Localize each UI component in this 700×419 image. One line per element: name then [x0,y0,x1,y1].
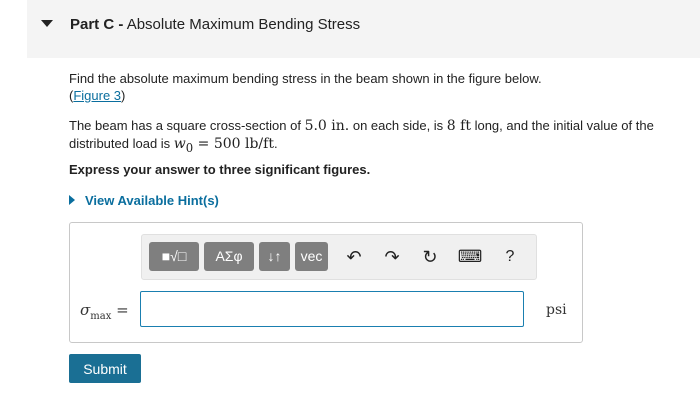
part-label: Part C - [70,16,124,33]
greek-symbols-button[interactable]: ΑΣφ [204,242,254,271]
undo-icon[interactable]: ↶ [341,243,367,271]
beam-text-a: The beam has a square cross-section of [69,118,305,133]
help-icon[interactable]: ? [497,243,523,271]
question-line1: Find the absolute maximum bending stress… [69,71,542,86]
equals-sign: = [111,301,129,319]
question-body: The beam has a square cross-section of 5… [69,117,684,157]
w0-value: = 500 lb/ft [193,136,274,152]
hint-toggle[interactable]: View Available Hint(s) [69,193,219,208]
expand-triangle-icon [69,195,75,205]
question-intro: Find the absolute maximum bending stress… [69,71,542,103]
part-header: Part C - Absolute Maximum Bending Stress [27,0,700,58]
answer-box: ■√□ ΑΣφ ↓↑ vec ↶ ↷ ↻ ⌨ ? σmax = psi [69,222,583,343]
sigma-symbol: σ [80,301,91,319]
figure-link[interactable]: Figure 3 [73,88,121,103]
w0-symbol: w [173,136,186,152]
part-title: Part C - Absolute Maximum Bending Stress [70,16,360,33]
redo-icon[interactable]: ↷ [379,243,405,271]
length-value: 8 ft [446,118,471,134]
beam-text-d: . [273,136,278,151]
instruction: Express your answer to three significant… [69,162,371,177]
math-toolbar: ■√□ ΑΣφ ↓↑ vec ↶ ↷ ↻ ⌨ ? [141,234,537,280]
answer-variable-label: σmax = [80,301,129,322]
templates-button[interactable]: ■√□ [149,242,199,271]
unit-label: psi [546,302,567,318]
w0-expression: w0 = 500 lb/ft [173,136,274,155]
vector-button[interactable]: vec [295,242,328,271]
side-value: 5.0 in. [304,118,350,134]
keyboard-icon[interactable]: ⌨ [457,243,483,271]
submit-button[interactable]: Submit [69,354,141,383]
hint-label: View Available Hint(s) [85,193,219,208]
part-name: Absolute Maximum Bending Stress [126,16,361,33]
reset-icon[interactable]: ↻ [417,243,443,271]
answer-input[interactable] [140,291,524,327]
subscript-superscript-button[interactable]: ↓↑ [259,242,290,271]
sigma-subscript: max [90,311,112,322]
beam-text-b: on each side, is [349,118,447,133]
collapse-triangle-icon[interactable] [41,20,53,27]
